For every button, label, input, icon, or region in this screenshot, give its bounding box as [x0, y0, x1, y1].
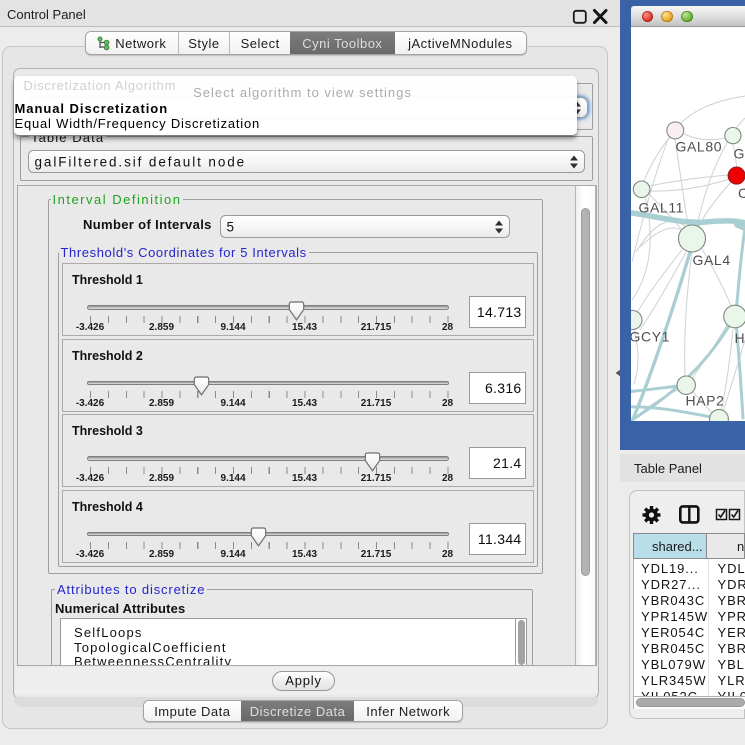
- svg-text:GAL80: GAL80: [676, 139, 723, 155]
- svg-text:GAL11: GAL11: [639, 200, 685, 216]
- svg-text:H: H: [735, 330, 745, 346]
- svg-text:GCY1: GCY1: [631, 329, 670, 345]
- svg-text:C: C: [738, 185, 745, 201]
- svg-text:GAL4: GAL4: [693, 252, 731, 268]
- svg-text:GA: GA: [734, 146, 745, 162]
- svg-text:HAP2: HAP2: [686, 393, 725, 409]
